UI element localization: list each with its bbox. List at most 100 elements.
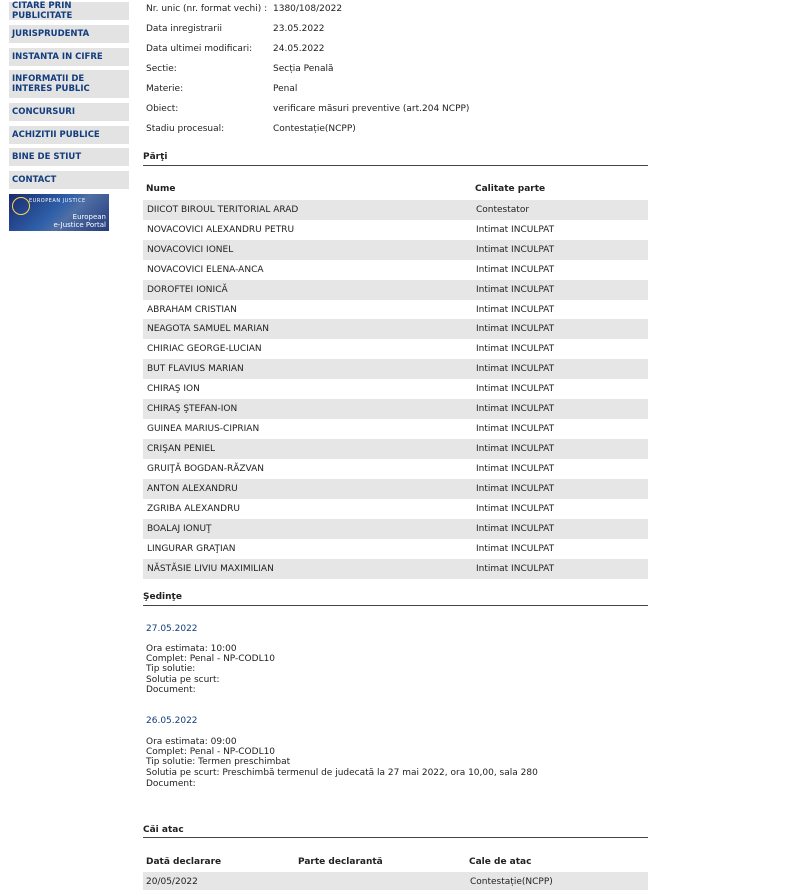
party-role: Intimat INCULPAT <box>476 424 555 434</box>
nav-jurisprudenta[interactable]: JURISPRUDENTA <box>9 25 129 43</box>
table-row: GRUIŢĂ BOGDAN-RĂZVAN Intimat INCULPAT <box>143 459 648 479</box>
party-name: GRUIŢĂ BOGDAN-RĂZVAN <box>147 464 265 474</box>
info-value: 24.05.2022 <box>273 44 325 54</box>
info-label: Nr. unic (nr. format vechi) : <box>146 4 268 14</box>
party-name: BOALAJ IONUŢ <box>147 524 212 534</box>
section-divider <box>143 837 648 838</box>
table-row: CHIRIAC GEORGE-LUCIAN Intimat INCULPAT <box>143 339 648 359</box>
table-row: ZGRIBA ALEXANDRU Intimat INCULPAT <box>143 499 648 519</box>
info-value: Penal <box>273 84 298 94</box>
table-row: GUINEA MARIUS-CIPRIAN Intimat INCULPAT <box>143 419 648 439</box>
session-detail: Tip solutie: Termen preschimbat <box>146 757 291 767</box>
table-row: NĂSTĂSIE LIVIU MAXIMILIAN Intimat INCULPA… <box>143 559 648 579</box>
party-role: Intimat INCULPAT <box>476 364 555 374</box>
table-row: CHIRAŞ ION Intimat INCULPAT <box>143 379 648 399</box>
nav-bine-de-stiut[interactable]: BINE DE STIUT <box>9 148 129 166</box>
session-date: 26.05.2022 <box>146 716 198 726</box>
table-row: NOVACOVICI IONEL Intimat INCULPAT <box>143 240 648 260</box>
section-title-parti: Părţi <box>143 152 168 162</box>
section-divider <box>143 165 648 166</box>
info-label: Materie: <box>146 84 184 94</box>
party-name: ZGRIBA ALEXANDRU <box>147 504 240 514</box>
party-name: CRIŞAN PENIEL <box>147 444 216 454</box>
session-date: 27.05.2022 <box>146 624 198 634</box>
party-role: Intimat INCULPAT <box>476 305 555 315</box>
atac-date: 20/05/2022 <box>146 877 198 887</box>
info-value: 23.05.2022 <box>273 24 325 34</box>
party-name: CHIRIAC GEORGE-LUCIAN <box>147 344 262 354</box>
party-name: ABRAHAM CRISTIAN <box>147 305 237 315</box>
nav-contact[interactable]: CONTACT <box>9 171 129 189</box>
info-label: Data inregistrarii <box>146 24 222 34</box>
info-label: Sectie: <box>146 64 177 74</box>
party-role: Intimat INCULPAT <box>476 324 555 334</box>
table-row: NOVACOVICI ALEXANDRU PETRU Intimat INCULP… <box>143 220 648 240</box>
session-detail: Complet: Penal - NP-CODL10 <box>146 654 276 664</box>
party-role: Intimat INCULPAT <box>476 285 555 295</box>
nav-citare-prin-publicitate[interactable]: CITARE PRIN PUBLICITATE <box>9 1 129 21</box>
party-role: Contestator <box>476 205 530 215</box>
party-role: Intimat INCULPAT <box>476 564 555 574</box>
table-row: DOROFTEI IONICĂ Intimat INCULPAT <box>143 280 648 300</box>
ejustice-portal-banner[interactable]: EUROPEAN JUSTICE European e-Justice Port… <box>9 194 109 231</box>
party-name: NĂSTĂSIE LIVIU MAXIMILIAN <box>147 564 274 574</box>
party-role: Intimat INCULPAT <box>476 265 555 275</box>
atac-type: Contestație(NCPP) <box>470 877 553 887</box>
party-name: CHIRAŞ ION <box>147 384 200 394</box>
party-name: GUINEA MARIUS-CIPRIAN <box>147 424 260 434</box>
nav-concursuri[interactable]: CONCURSURI <box>9 103 129 121</box>
session-detail: Complet: Penal - NP-CODL10 <box>146 747 276 757</box>
column-header-party: Parte declarantă <box>298 857 383 867</box>
table-row: CRIŞAN PENIEL Intimat INCULPAT <box>143 439 648 459</box>
party-role: Intimat INCULPAT <box>476 524 555 534</box>
party-name: LINGURAR GRAŢIAN <box>147 544 236 554</box>
nav-achizitii-publice[interactable]: ACHIZITII PUBLICE <box>9 126 129 144</box>
party-name: NOVACOVICI ALEXANDRU PETRU <box>147 225 295 235</box>
party-name: NOVACOVICI IONEL <box>147 245 234 255</box>
table-row: DIICOT BIROUL TERITORIAL ARAD Contestator <box>143 200 648 220</box>
session-detail: Ora estimata: 10:00 <box>146 644 237 654</box>
party-role: Intimat INCULPAT <box>476 544 555 554</box>
table-row: NOVACOVICI ELENA-ANCA Intimat INCULPAT <box>143 260 648 280</box>
party-name: NEAGOTA SAMUEL MARIAN <box>147 324 269 334</box>
party-role: Intimat INCULPAT <box>476 404 555 414</box>
session-detail: Tip solutie: <box>146 664 196 674</box>
party-role: Intimat INCULPAT <box>476 225 555 235</box>
party-role: Intimat INCULPAT <box>476 245 555 255</box>
column-header-date: Dată declarare <box>146 857 222 867</box>
table-row: BOALAJ IONUŢ Intimat INCULPAT <box>143 519 648 539</box>
info-value: Contestație(NCPP) <box>273 124 356 134</box>
table-row: CHIRAŞ ŞTEFAN-ION Intimat INCULPAT <box>143 399 648 419</box>
party-role: Intimat INCULPAT <box>476 344 555 354</box>
column-header-role: Calitate parte <box>475 184 546 194</box>
section-divider <box>143 605 648 606</box>
info-value: verificare măsuri preventive (art.204 NC… <box>273 104 470 114</box>
party-role: Intimat INCULPAT <box>476 444 555 454</box>
table-row: 20/05/2022 Contestație(NCPP) <box>143 872 648 890</box>
column-header-name: Nume <box>146 184 176 194</box>
session-detail: Document: <box>146 685 196 695</box>
party-name: ANTON ALEXANDRU <box>147 484 238 494</box>
table-row: NEAGOTA SAMUEL MARIAN Intimat INCULPAT <box>143 319 648 339</box>
table-row: LINGURAR GRAŢIAN Intimat INCULPAT <box>143 539 648 559</box>
party-name: BUT FLAVIUS MARIAN <box>147 364 244 374</box>
party-role: Intimat INCULPAT <box>476 484 555 494</box>
party-name: CHIRAŞ ŞTEFAN-ION <box>147 404 238 414</box>
info-value: 1380/108/2022 <box>273 4 343 14</box>
party-name: DIICOT BIROUL TERITORIAL ARAD <box>147 205 299 215</box>
table-row: ANTON ALEXANDRU Intimat INCULPAT <box>143 479 648 499</box>
session-detail: Solutia pe scurt: Preschimbă termenul de… <box>146 768 538 778</box>
column-header-type: Cale de atac <box>469 857 532 867</box>
party-role: Intimat INCULPAT <box>476 464 555 474</box>
session-detail: Document: <box>146 779 196 789</box>
eu-stars-icon <box>12 197 30 215</box>
party-role: Intimat INCULPAT <box>476 384 555 394</box>
info-label: Data ultimei modificari: <box>146 44 253 54</box>
nav-informatii-interes-public[interactable]: INFORMATII DE INTERES PUBLIC <box>9 70 129 98</box>
info-label: Obiect: <box>146 104 179 114</box>
party-name: NOVACOVICI ELENA-ANCA <box>147 265 264 275</box>
section-title-cai-atac: Căi atac <box>143 825 184 835</box>
table-row: BUT FLAVIUS MARIAN Intimat INCULPAT <box>143 359 648 379</box>
party-role: Intimat INCULPAT <box>476 504 555 514</box>
nav-instanta-in-cifre[interactable]: INSTANTA IN CIFRE <box>9 48 129 66</box>
